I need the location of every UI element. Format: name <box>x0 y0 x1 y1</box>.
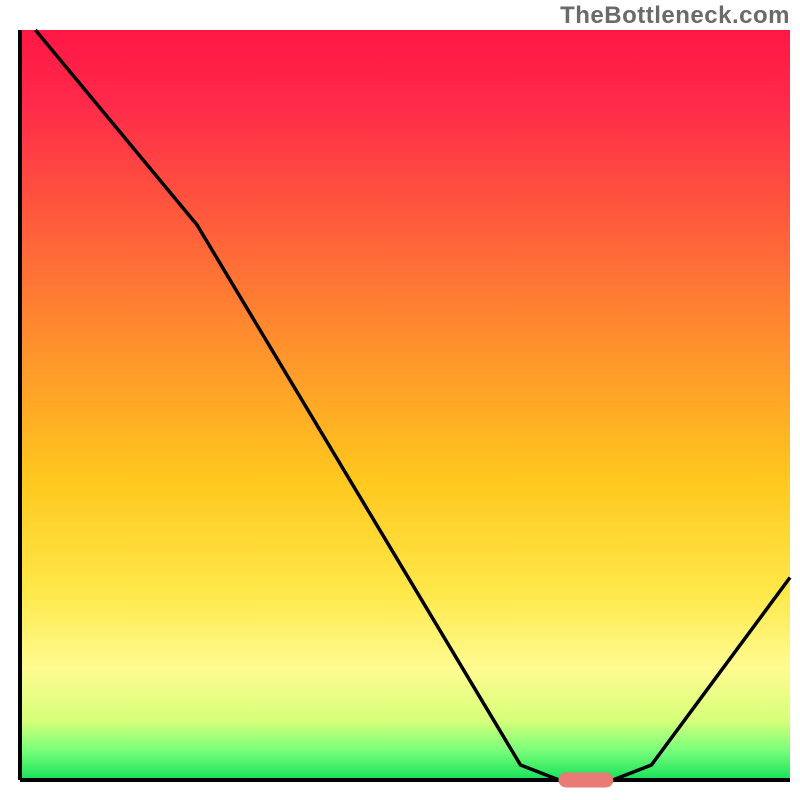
heat-gradient-background <box>20 30 790 780</box>
optimal-range-marker <box>559 773 613 787</box>
chart-stage: TheBottleneck.com <box>0 0 800 800</box>
watermark-label: TheBottleneck.com <box>560 2 790 30</box>
bottleneck-chart <box>0 0 800 800</box>
